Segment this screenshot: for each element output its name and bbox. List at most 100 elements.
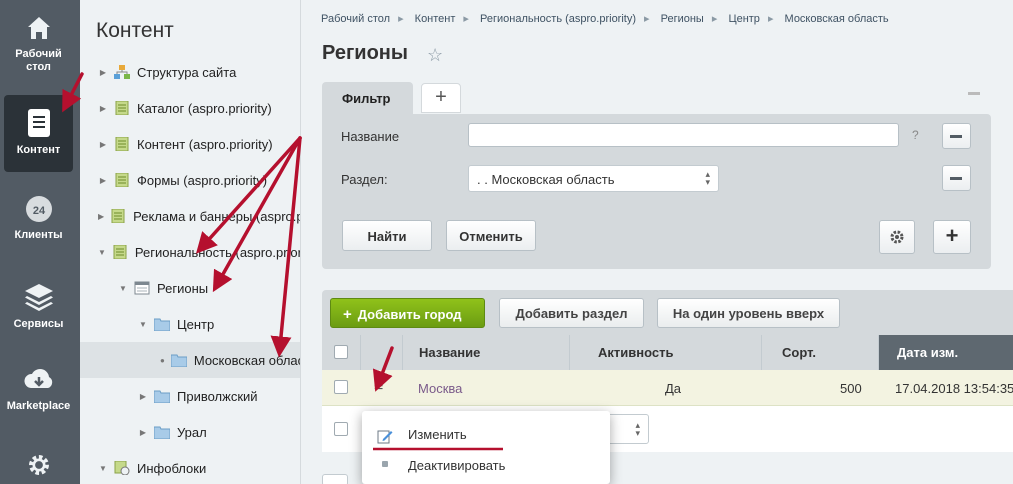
column-date[interactable]: Дата изм. (878, 335, 1013, 370)
tree-item-forms[interactable]: ▶ Формы (aspro.priority) (80, 162, 300, 198)
tree-item-volga[interactable]: ▶ Приволжский (80, 378, 300, 414)
folder-icon (154, 426, 170, 439)
nav-content-label: Контент (16, 144, 61, 156)
expand-arrow-icon[interactable]: ▶ (98, 68, 108, 77)
plus-icon: + (343, 306, 352, 323)
add-filter-field-button[interactable]: + (933, 220, 971, 254)
list-icon (134, 281, 150, 295)
section-select-value: . . Московская область (477, 172, 615, 187)
tree-item-center[interactable]: ▼ Центр (80, 306, 300, 342)
iblock-icon (115, 101, 129, 115)
nav-settings[interactable] (4, 452, 73, 484)
tree-item-label: Каталог (aspro.priority) (137, 100, 272, 116)
iblock-icon (115, 173, 129, 187)
expand-arrow-icon[interactable]: ▶ (98, 104, 108, 113)
tab-filter[interactable]: Фильтр (322, 82, 413, 116)
breadcrumb-item[interactable]: Региональность (aspro.priority) (480, 13, 636, 25)
footer-checkbox[interactable] (334, 422, 348, 436)
add-section-button[interactable]: Добавить раздел (499, 298, 644, 328)
edit-icon (377, 430, 393, 444)
expand-arrow-icon[interactable]: ▶ (138, 428, 148, 437)
row-checkbox[interactable] (334, 380, 348, 394)
nav-marketplace[interactable]: Marketplace (4, 366, 73, 416)
tree-item-regionality[interactable]: ▼ Региональность (aspro.priority) (80, 234, 301, 270)
nav-clients[interactable]: 24 Клиенты (4, 195, 73, 245)
context-menu: Изменить Деактивировать (362, 411, 610, 484)
tree-item-label: Реклама и баннеры (aspro.priority) (133, 208, 301, 224)
nav-desktop-label: Рабочий стол (15, 48, 62, 73)
breadcrumb-item[interactable]: Рабочий стол (321, 13, 390, 25)
section-label: Раздел: (341, 172, 388, 187)
remove-section-field-button[interactable] (942, 165, 971, 191)
nav-content[interactable]: Контент (4, 95, 73, 172)
breadcrumb-item[interactable]: Московская область (785, 13, 889, 25)
dot-icon (382, 461, 388, 467)
collapse-arrow-icon[interactable]: ▼ (138, 320, 148, 329)
tree-title: Контент (96, 19, 174, 42)
remove-name-field-button[interactable] (942, 123, 971, 149)
expand-arrow-icon[interactable]: ▶ (98, 176, 108, 185)
column-name[interactable]: Название (402, 335, 569, 370)
gear-icon (28, 455, 49, 475)
iblock-icon (113, 245, 127, 259)
column-active[interactable]: Активность (569, 335, 761, 370)
tree-item-label: Структура сайта (137, 64, 237, 80)
iblock-icon (111, 209, 125, 223)
row-sort: 500 (840, 381, 862, 396)
tree-item-catalog[interactable]: ▶ Каталог (aspro.priority) (80, 90, 300, 126)
expand-arrow-icon[interactable]: ▶ (98, 212, 104, 221)
row-menu-icon[interactable]: ≡ (374, 379, 388, 395)
filter-settings-button[interactable] (879, 220, 915, 254)
breadcrumb-item[interactable]: Контент (415, 13, 456, 25)
tree-item-ural[interactable]: ▶ Урал (80, 414, 300, 450)
tree-item-site-structure[interactable]: ▶ Структура сайта (80, 54, 300, 90)
expand-arrow-icon[interactable]: ▶ (138, 392, 148, 401)
row-name[interactable]: Москва (418, 381, 462, 396)
column-sort[interactable]: Сорт. (761, 335, 878, 370)
gear-icon (890, 230, 904, 244)
table-row[interactable]: ≡ Москва Да 500 17.04.2018 13:54:35 (322, 370, 1013, 406)
tree-item-label: Приволжский (177, 388, 258, 404)
home-icon (27, 17, 50, 39)
svg-text:24: 24 (32, 205, 45, 217)
menu-item-deactivate[interactable]: Деактивировать (362, 450, 610, 480)
star-icon[interactable]: ☆ (427, 45, 443, 66)
select-arrows-icon: ▴ ▾ (705, 169, 710, 187)
tree-item-label: Формы (aspro.priority) (137, 172, 268, 188)
section-select[interactable]: . . Московская область ▴ ▾ (468, 165, 719, 192)
breadcrumb-item[interactable]: Центр (728, 13, 760, 25)
add-city-button[interactable]: + Добавить город (330, 298, 485, 328)
collapse-arrow-icon[interactable]: ▼ (98, 248, 106, 257)
menu-item-edit[interactable]: Изменить (362, 419, 610, 449)
cancel-button[interactable]: Отменить (446, 220, 536, 251)
pager-button[interactable] (322, 474, 348, 484)
tree-item-label: Региональность (aspro.priority) (134, 244, 301, 260)
tree-item-iblocks[interactable]: ▼ Инфоблоки (80, 450, 300, 484)
collapse-arrow-icon[interactable]: ▼ (118, 284, 128, 293)
breadcrumb-item[interactable]: Регионы (661, 13, 704, 25)
iblocks-icon (114, 461, 130, 475)
nav-services[interactable]: Сервисы (4, 282, 73, 332)
nav-clients-label: Клиенты (14, 229, 63, 241)
name-input[interactable] (468, 123, 899, 147)
tree-item-ads[interactable]: ▶ Реклама и баннеры (aspro.priority) (80, 198, 301, 234)
collapse-arrow-icon[interactable]: ▼ (98, 464, 108, 473)
tree-item-moscow-region[interactable]: ● Московская область (80, 342, 300, 378)
help-icon[interactable]: ? (912, 128, 919, 142)
collapse-filter-icon[interactable] (968, 92, 980, 95)
folder-icon (154, 390, 170, 403)
expand-arrow-icon[interactable]: ▶ (98, 140, 108, 149)
find-button[interactable]: Найти (342, 220, 432, 251)
leaf-dot-icon: ● (160, 355, 165, 365)
tree-item-label: Регионы (157, 280, 209, 296)
iblock-icon (115, 137, 129, 151)
select-all-checkbox[interactable] (334, 345, 348, 359)
breadcrumb: Рабочий стол ▸ Контент ▸ Региональность (a… (321, 13, 889, 25)
add-filter-tab-button[interactable]: + (421, 83, 461, 113)
tree-item-content[interactable]: ▶ Контент (aspro.priority) (80, 126, 300, 162)
nav-desktop[interactable]: Рабочий стол (4, 14, 73, 84)
tree-item-label: Центр (177, 316, 215, 332)
tree-item-regions[interactable]: ▼ Регионы (80, 270, 300, 306)
name-label: Название (341, 129, 400, 144)
level-up-button[interactable]: На один уровень вверх (657, 298, 840, 328)
